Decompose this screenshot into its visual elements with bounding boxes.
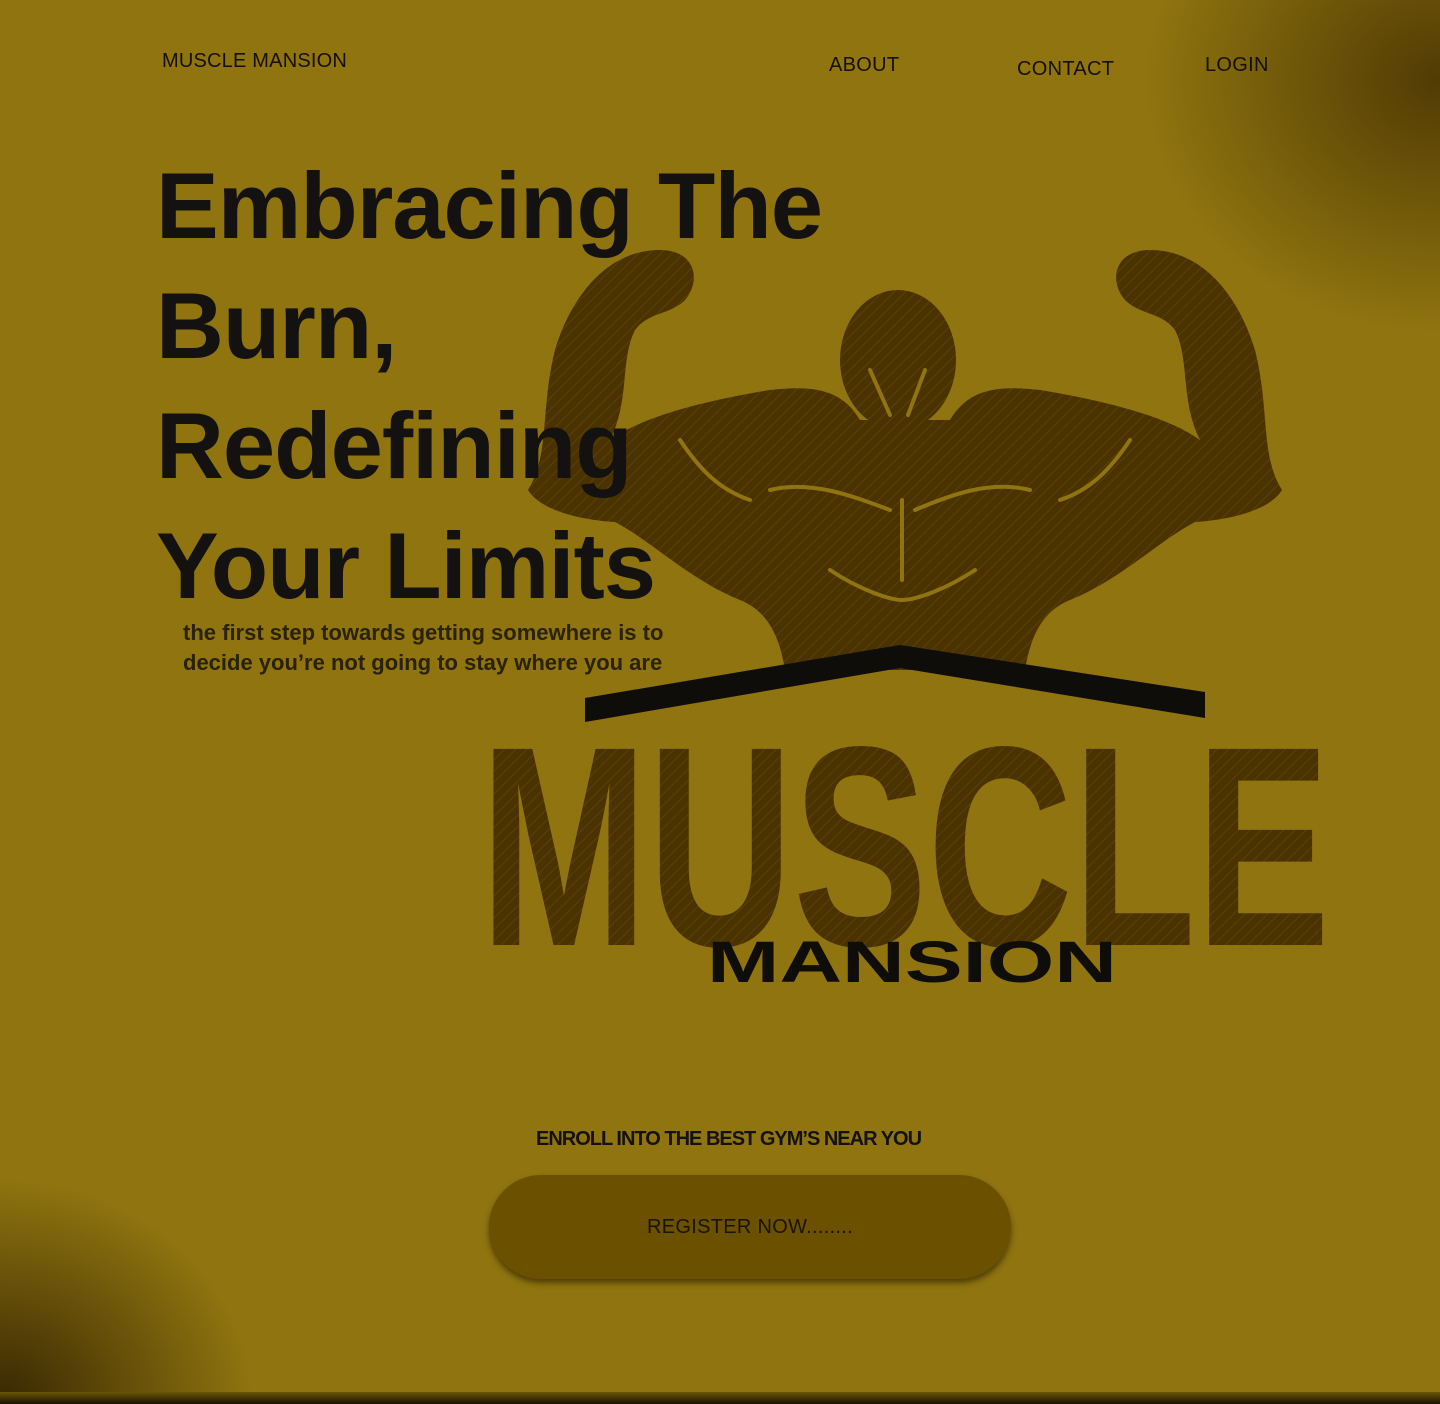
hero-title: Embracing The Burn, Redefining Your Limi… [156,146,876,626]
nav-contact-link[interactable]: CONTACT [1017,58,1114,81]
brand-logo-text[interactable]: MUSCLE MANSION [162,50,347,73]
bottom-edge [0,1392,1440,1404]
nav-login-link[interactable]: LOGIN [1205,54,1269,77]
hero-subtitle: the first step towards getting somewhere… [183,618,703,678]
hero-subtitle-line: decide you’re not going to stay where yo… [183,650,663,675]
nav-about-link[interactable]: ABOUT [829,54,899,77]
hero-title-line: Redefining [156,393,633,498]
register-now-button[interactable]: REGISTER NOW........ [489,1175,1011,1279]
enroll-tagline: ENROLL INTO THE BEST GYM’S NEAR YOU [536,1128,922,1150]
hero-subtitle-line: the first step towards getting somewhere… [183,620,664,645]
hero-title-line: Embracing The [156,153,823,258]
hero-title-line: Your Limits [156,513,656,618]
hero-title-line: Burn, [156,273,397,378]
logo-word-mansion: MANSION [707,930,1117,995]
